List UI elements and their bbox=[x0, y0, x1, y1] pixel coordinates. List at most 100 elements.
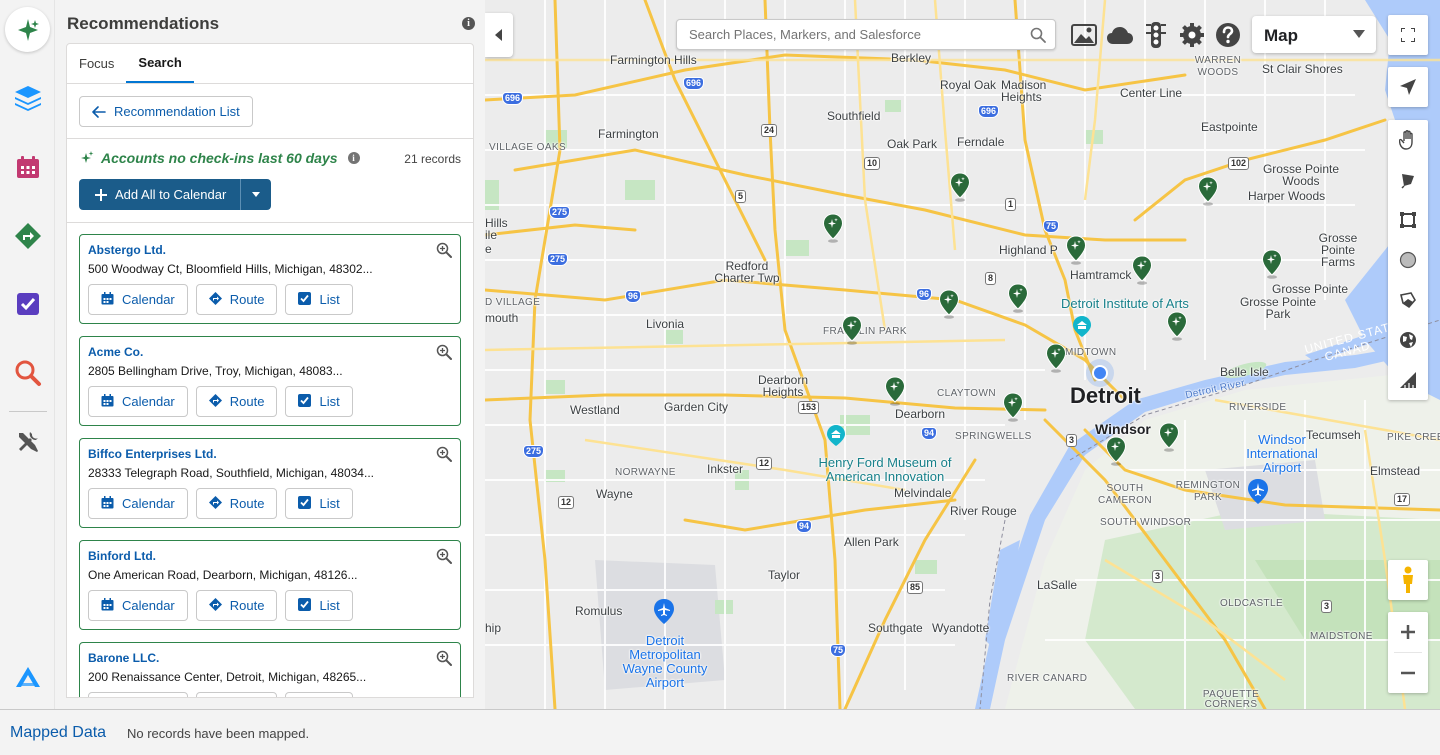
zoom-to-icon[interactable] bbox=[436, 242, 452, 258]
tab-search[interactable]: Search bbox=[126, 44, 194, 83]
drawing-tools bbox=[1388, 120, 1428, 400]
route-button[interactable]: Route bbox=[195, 488, 278, 519]
zoom-to-icon[interactable] bbox=[436, 446, 452, 462]
mapped-data-title[interactable]: Mapped Data bbox=[10, 724, 106, 742]
account-name[interactable]: Barone LLC. bbox=[88, 651, 159, 665]
calendar-icon[interactable] bbox=[6, 145, 50, 189]
fullscreen-icon[interactable] bbox=[1388, 15, 1428, 55]
map-label: Livonia bbox=[646, 317, 685, 331]
map-label: Dearborn Heights bbox=[757, 373, 809, 399]
account-name[interactable]: Abstergo Ltd. bbox=[88, 243, 166, 257]
zoom-to-icon[interactable] bbox=[436, 548, 452, 564]
calendar-button[interactable]: Calendar bbox=[88, 284, 188, 315]
add-all-dropdown-button[interactable] bbox=[240, 179, 272, 210]
lasso-icon[interactable] bbox=[1388, 160, 1428, 200]
route-button[interactable]: Route bbox=[195, 692, 278, 697]
account-card[interactable]: Abstergo Ltd. 500 Woodway Ct, Bloomfield … bbox=[79, 234, 461, 324]
account-address: 200 Renaissance Center, Detroit, Michiga… bbox=[88, 670, 367, 684]
list-button[interactable]: List bbox=[285, 590, 353, 621]
info-icon[interactable]: i bbox=[347, 152, 360, 164]
map-label: Taylor bbox=[768, 568, 801, 582]
pegman-icon[interactable] bbox=[1388, 560, 1428, 600]
help-icon[interactable] bbox=[1214, 21, 1242, 49]
recommendation-marker-icon[interactable] bbox=[1002, 392, 1024, 422]
recommendation-marker-icon[interactable] bbox=[1158, 422, 1180, 452]
calendar-button[interactable]: Calendar bbox=[88, 692, 188, 697]
recommendation-list-button[interactable]: Recommendation List bbox=[79, 96, 253, 127]
recommendation-marker-icon[interactable] bbox=[938, 289, 960, 319]
traffic-icon[interactable] bbox=[1142, 21, 1170, 49]
tab-focus[interactable]: Focus bbox=[79, 44, 126, 83]
recommendation-marker-icon[interactable] bbox=[949, 172, 971, 202]
hand-icon[interactable] bbox=[1388, 120, 1428, 160]
highway-shield: 3 bbox=[1066, 434, 1078, 447]
calendar-button[interactable]: Calendar bbox=[88, 488, 188, 519]
list-label: List bbox=[319, 598, 340, 613]
recommendation-marker-icon[interactable] bbox=[884, 376, 906, 406]
zoom-out-icon[interactable] bbox=[1388, 653, 1428, 693]
list-button[interactable]: List bbox=[285, 692, 353, 697]
account-card[interactable]: Biffco Enterprises Ltd. 28333 Telegraph R… bbox=[79, 438, 461, 528]
search-icon[interactable] bbox=[1030, 27, 1046, 43]
calendar-button[interactable]: Calendar bbox=[88, 386, 188, 417]
locate-icon[interactable] bbox=[1388, 67, 1428, 107]
layers-icon[interactable] bbox=[6, 76, 50, 120]
recommendation-marker-icon[interactable] bbox=[822, 213, 844, 243]
list-button[interactable]: List bbox=[285, 284, 353, 315]
record-count: 21 records bbox=[404, 152, 461, 166]
account-card[interactable]: Binford Ltd. One American Road, Dearborn,… bbox=[79, 540, 461, 630]
map-label: mouth bbox=[485, 311, 519, 325]
tools-icon[interactable] bbox=[6, 420, 50, 464]
account-name[interactable]: Binford Ltd. bbox=[88, 549, 156, 563]
recommendation-marker-icon[interactable] bbox=[1197, 176, 1219, 206]
recommendation-marker-icon[interactable] bbox=[1007, 283, 1029, 313]
account-name[interactable]: Acme Co. bbox=[88, 345, 143, 359]
gear-icon[interactable] bbox=[1178, 21, 1206, 49]
map-label: PIKE CREEK bbox=[1387, 432, 1440, 443]
map-view[interactable]: Farmington Hills Berkley Royal Oak Madis… bbox=[485, 0, 1440, 709]
route-button[interactable]: Route bbox=[195, 284, 278, 315]
search-icon[interactable] bbox=[6, 351, 50, 395]
image-icon[interactable] bbox=[1070, 21, 1098, 49]
airport-pin-icon bbox=[1248, 479, 1268, 504]
route-icon[interactable] bbox=[6, 214, 50, 258]
account-card[interactable]: Acme Co. 2805 Bellingham Drive, Troy, Mic… bbox=[79, 336, 461, 426]
zoom-in-icon[interactable] bbox=[1388, 612, 1428, 652]
logo-icon[interactable] bbox=[5, 7, 50, 52]
route-button[interactable]: Route bbox=[195, 590, 278, 621]
recommendation-marker-icon[interactable] bbox=[1065, 235, 1087, 265]
circle-icon[interactable] bbox=[1388, 240, 1428, 280]
collapse-panel-button[interactable] bbox=[485, 13, 513, 57]
polygon-icon[interactable] bbox=[1388, 280, 1428, 320]
map-search-input[interactable] bbox=[677, 20, 1017, 49]
info-icon[interactable]: i bbox=[462, 17, 475, 30]
recommendation-marker-icon[interactable] bbox=[841, 315, 863, 345]
account-actions: Calendar Route List bbox=[88, 284, 353, 315]
ruler-icon[interactable] bbox=[1388, 360, 1428, 400]
rectangle-icon[interactable] bbox=[1388, 200, 1428, 240]
account-actions: Calendar Route List bbox=[88, 386, 353, 417]
tasks-icon[interactable] bbox=[6, 282, 50, 326]
calendar-button[interactable]: Calendar bbox=[88, 590, 188, 621]
map-label: FRANKLIN PARK bbox=[823, 326, 907, 337]
recommendation-marker-icon[interactable] bbox=[1131, 255, 1153, 285]
globe-icon[interactable] bbox=[1388, 320, 1428, 360]
zoom-to-icon[interactable] bbox=[436, 650, 452, 666]
recommendation-marker-icon[interactable] bbox=[1261, 249, 1283, 279]
zoom-to-icon[interactable] bbox=[436, 344, 452, 360]
account-card[interactable]: Barone LLC. 200 Renaissance Center, Detro… bbox=[79, 642, 461, 697]
account-name[interactable]: Biffco Enterprises Ltd. bbox=[88, 447, 217, 461]
brand-icon[interactable] bbox=[6, 656, 50, 700]
list-button[interactable]: List bbox=[285, 386, 353, 417]
route-icon bbox=[208, 495, 222, 512]
cloud-icon[interactable] bbox=[1106, 21, 1134, 49]
add-all-to-calendar-button[interactable]: Add All to Calendar bbox=[79, 179, 241, 210]
recommendation-marker-icon[interactable] bbox=[1105, 436, 1127, 466]
highway-shield: 24 bbox=[761, 124, 778, 137]
recommendation-marker-icon[interactable] bbox=[1045, 343, 1067, 373]
mapped-data-message: No records have been mapped. bbox=[127, 726, 310, 741]
recommendation-marker-icon[interactable] bbox=[1166, 311, 1188, 341]
map-type-select[interactable]: Map bbox=[1252, 16, 1376, 53]
list-button[interactable]: List bbox=[285, 488, 353, 519]
route-button[interactable]: Route bbox=[195, 386, 278, 417]
